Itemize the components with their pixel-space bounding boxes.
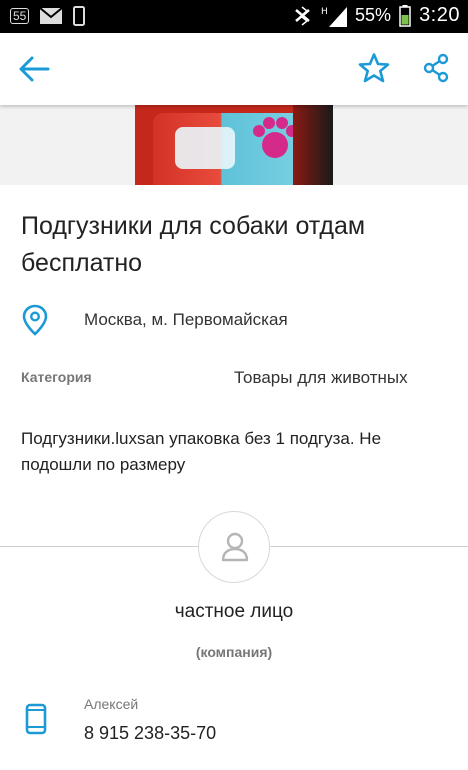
favorite-star-button[interactable] [358,52,390,84]
app-toolbar [0,33,468,105]
mobile-phone-icon [25,703,47,735]
seller-type: (компания) [195,644,273,660]
listing-title: Подгузники для собаки отдам бесплатно [21,212,366,277]
notification-badge: 55 [10,8,30,24]
status-bar-right: H 55% 3:20 [293,4,460,27]
contact-name: Алексей [84,696,139,712]
battery-icon [399,4,411,27]
back-button[interactable] [18,55,50,83]
listing-location[interactable]: Москва, м. Первомайская [84,310,288,330]
svg-text:H: H [321,7,328,17]
bluetooth-icon [295,5,310,26]
signal-icon: H [321,6,348,27]
photo-gallery[interactable] [0,105,468,185]
share-button[interactable] [422,53,450,83]
listing-photo[interactable] [135,105,333,185]
seller-avatar [198,511,270,583]
seller-name: частное лицо [174,601,294,622]
photo-badge [175,127,235,169]
category-value: Товары для животных [234,368,408,387]
person-icon [221,532,249,562]
contact-phone-number[interactable]: 8 915 238-35-70 [84,723,216,744]
clock: 3:20 [419,4,460,26]
category-label: Категория [21,369,92,385]
phone-status-icon [73,6,86,26]
location-pin-icon [22,304,48,336]
status-bar-left: 55 [10,6,86,26]
listing-description: Подгузники.luxsan упаковка без 1 подгуза… [21,429,382,474]
status-bar: 55 H 55% 3:20 [0,0,468,33]
mail-icon [39,7,63,24]
photo-shadow [293,105,333,185]
battery-percent: 55% [355,5,392,25]
